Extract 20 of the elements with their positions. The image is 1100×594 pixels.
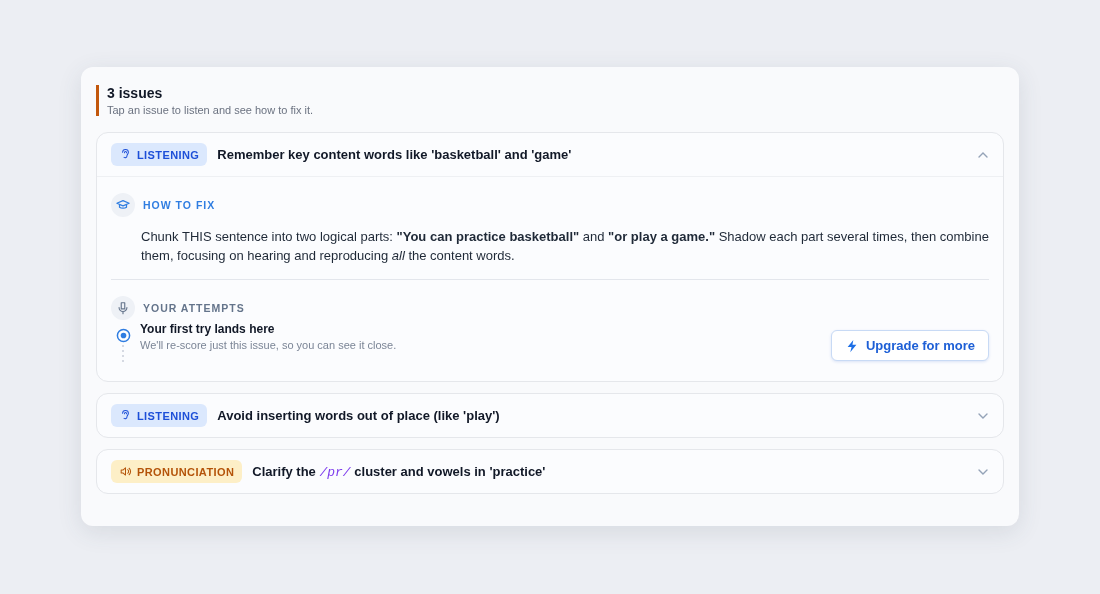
fix-instructions: Chunk THIS sentence into two logical parts: "You can practice basketball" and "or play a game." Shadow each part several times, then combine them, focusing on hearing and reproducing all the content words. — [141, 228, 989, 265]
issue-title[interactable]: Remember key content words like 'basketball' and 'game' — [217, 147, 967, 162]
issue-title[interactable]: Avoid inserting words out of place (like 'play') — [217, 408, 967, 423]
issue-title[interactable]: Clarify the /pr/ cluster and vowels in 'practice' — [252, 463, 967, 480]
category-tag: PRONUNCIATION — [111, 460, 243, 483]
microphone-icon — [111, 296, 135, 320]
panel-title: 3 issues — [107, 85, 164, 101]
timeline-dot-icon — [115, 328, 131, 343]
ear-icon — [119, 148, 132, 161]
attempt-note: We'll re-score just this issue, so you can see it close. — [140, 339, 398, 351]
category-tag: LISTENING — [111, 404, 208, 427]
speaker-icon — [119, 465, 132, 478]
panel-subtitle: Tap an issue to listen and see how to fix it. — [107, 104, 315, 116]
attempt-title: Your first try lands here — [140, 322, 276, 336]
ear-icon — [119, 409, 132, 422]
category-tag: LISTENING — [111, 143, 208, 166]
graduation-cap-icon — [111, 193, 135, 217]
section-label: HOW TO FIX — [143, 199, 216, 211]
upgrade-button[interactable]: Upgrade for more — [830, 330, 989, 361]
section-label: YOUR ATTEMPTS — [143, 302, 245, 314]
